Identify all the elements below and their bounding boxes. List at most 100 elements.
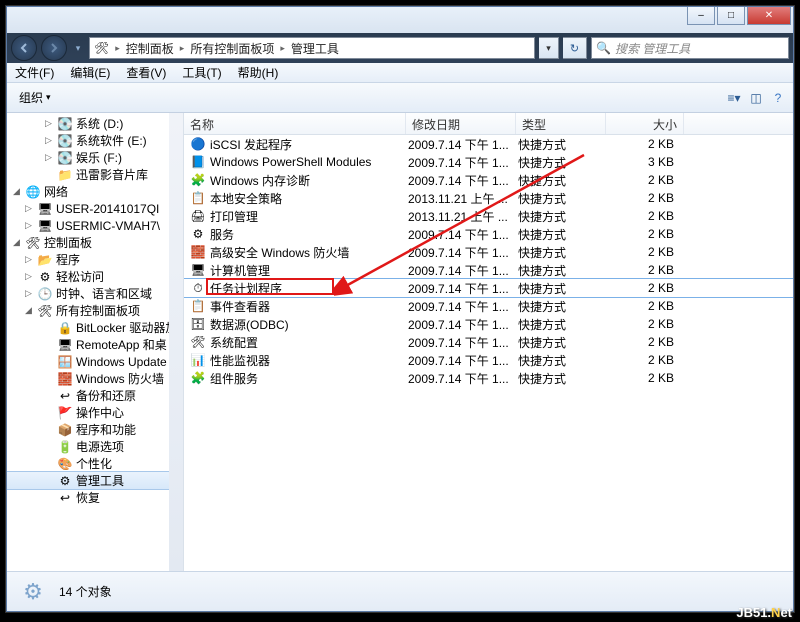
forward-button[interactable] xyxy=(41,35,67,61)
tree-item[interactable]: 📦程序和功能 xyxy=(7,421,183,438)
maximize-button[interactable]: □ xyxy=(717,7,745,25)
tree-icon: ⚙ xyxy=(37,269,53,285)
expand-icon[interactable]: ▷ xyxy=(25,271,37,282)
menu-bar: 文件(F) 编辑(E) 查看(V) 工具(T) 帮助(H) xyxy=(7,63,793,83)
tree-item[interactable]: ▷📂程序 xyxy=(7,251,183,268)
tree-item[interactable]: ▷💽系统 (D:) xyxy=(7,115,183,132)
tree-icon: 💽 xyxy=(57,150,73,166)
address-bar[interactable]: 🛠 ▸ 控制面板 ▸ 所有控制面板项 ▸ 管理工具 xyxy=(89,37,535,59)
refresh-button[interactable]: ↻ xyxy=(563,37,587,59)
tree-item[interactable]: ◢🛠所有控制面板项 xyxy=(7,302,183,319)
file-row[interactable]: ⏱任务计划程序2009.7.14 下午 1...快捷方式2 KB xyxy=(184,279,793,297)
file-row[interactable]: 🔵iSCSI 发起程序2009.7.14 下午 1...快捷方式2 KB xyxy=(184,135,793,153)
tree-icon: 💽 xyxy=(57,133,73,149)
tree-item[interactable]: ▷💽娱乐 (F:) xyxy=(7,149,183,166)
address-dropdown[interactable]: ▾ xyxy=(539,37,559,59)
expand-icon[interactable]: ▷ xyxy=(25,254,37,265)
chevron-right-icon[interactable]: ▸ xyxy=(113,43,122,54)
menu-edit[interactable]: 编辑(E) xyxy=(62,64,118,81)
expand-icon[interactable]: ▷ xyxy=(25,288,37,299)
organize-button[interactable]: 组织 ▾ xyxy=(13,87,57,108)
expand-icon[interactable]: ◢ xyxy=(13,237,25,248)
col-date[interactable]: 修改日期 xyxy=(406,113,516,134)
chevron-right-icon[interactable]: ▸ xyxy=(278,43,287,54)
file-type: 快捷方式 xyxy=(518,244,608,261)
nav-history-dropdown[interactable]: ▾ xyxy=(71,37,85,59)
file-type: 快捷方式 xyxy=(518,190,608,207)
tree-item[interactable]: 🔒BitLocker 驱动器加 xyxy=(7,319,183,336)
tree-label: 备份和还原 xyxy=(76,387,136,404)
tree-item[interactable]: ◢🌐网络 xyxy=(7,183,183,200)
expand-icon[interactable]: ▷ xyxy=(25,203,37,214)
file-icon: 🧩 xyxy=(190,370,206,386)
expand-icon[interactable]: ▷ xyxy=(25,220,37,231)
col-name[interactable]: 名称 xyxy=(184,113,406,134)
file-name: Windows 内存诊断 xyxy=(210,172,408,189)
tree-item[interactable]: ▷💽系统软件 (E:) xyxy=(7,132,183,149)
file-row[interactable]: 📋本地安全策略2013.11.21 上午 ...快捷方式2 KB xyxy=(184,189,793,207)
tree-item[interactable]: 🖥RemoteApp 和桌 xyxy=(7,336,183,353)
tree-item[interactable]: ▷🖥USER-20141017QI xyxy=(7,200,183,217)
explorer-window: – □ ✕ ▾ 🛠 ▸ 控制面板 ▸ 所有控制面板项 ▸ 管理工具 ▾ ↻ 🔍 … xyxy=(6,6,794,612)
tree-item[interactable]: ▷🖥USERMIC-VMAH7\ xyxy=(7,217,183,234)
tree-item[interactable]: 🧱Windows 防火墙 xyxy=(7,370,183,387)
file-row[interactable]: 📊性能监视器2009.7.14 下午 1...快捷方式2 KB xyxy=(184,351,793,369)
column-header[interactable]: 名称 修改日期 类型 大小 xyxy=(184,113,793,135)
file-row[interactable]: 🗄数据源(ODBC)2009.7.14 下午 1...快捷方式2 KB xyxy=(184,315,793,333)
breadcrumb[interactable]: 所有控制面板项 xyxy=(186,38,278,58)
tree-item[interactable]: 🎨个性化 xyxy=(7,455,183,472)
tree-item[interactable]: 🪟Windows Update xyxy=(7,353,183,370)
tree-item[interactable]: 📁迅雷影音片库 xyxy=(7,166,183,183)
menu-tools[interactable]: 工具(T) xyxy=(174,64,229,81)
expand-icon[interactable]: ◢ xyxy=(25,305,37,316)
file-row[interactable]: 🖨打印管理2013.11.21 上午 ...快捷方式2 KB xyxy=(184,207,793,225)
help-button[interactable]: ? xyxy=(769,90,787,106)
expand-icon[interactable]: ▷ xyxy=(45,135,57,146)
tree-item[interactable]: ↩备份和还原 xyxy=(7,387,183,404)
file-row[interactable]: 📋事件查看器2009.7.14 下午 1...快捷方式2 KB xyxy=(184,297,793,315)
back-button[interactable] xyxy=(11,35,37,61)
gear-icon: ⚙ xyxy=(17,576,49,608)
file-date: 2013.11.21 上午 ... xyxy=(408,190,518,207)
tree-item[interactable]: 🚩操作中心 xyxy=(7,404,183,421)
file-row[interactable]: 🧩Windows 内存诊断2009.7.14 下午 1...快捷方式2 KB xyxy=(184,171,793,189)
file-list[interactable]: 🔵iSCSI 发起程序2009.7.14 下午 1...快捷方式2 KB📘Win… xyxy=(184,135,793,571)
file-icon: 🧩 xyxy=(190,172,206,188)
file-date: 2013.11.21 上午 ... xyxy=(408,208,518,225)
minimize-button[interactable]: – xyxy=(687,7,715,25)
menu-help[interactable]: 帮助(H) xyxy=(230,64,287,81)
breadcrumb[interactable]: 管理工具 xyxy=(287,38,343,58)
file-row[interactable]: 🧱高级安全 Windows 防火墙2009.7.14 下午 1...快捷方式2 … xyxy=(184,243,793,261)
file-row[interactable]: 🛠系统配置2009.7.14 下午 1...快捷方式2 KB xyxy=(184,333,793,351)
chevron-right-icon[interactable]: ▸ xyxy=(178,43,187,54)
expand-icon[interactable]: ◢ xyxy=(13,186,25,197)
navigation-pane[interactable]: ▷💽系统 (D:)▷💽系统软件 (E:)▷💽娱乐 (F:)📁迅雷影音片库◢🌐网络… xyxy=(7,113,184,571)
file-date: 2009.7.14 下午 1... xyxy=(408,244,518,261)
col-type[interactable]: 类型 xyxy=(516,113,606,134)
file-row[interactable]: 🧩组件服务2009.7.14 下午 1...快捷方式2 KB xyxy=(184,369,793,387)
preview-pane-button[interactable]: ◫ xyxy=(747,90,765,106)
file-date: 2009.7.14 下午 1... xyxy=(408,370,518,387)
tree-icon: 🔋 xyxy=(57,439,73,455)
file-row[interactable]: 🖥计算机管理2009.7.14 下午 1...快捷方式2 KB xyxy=(184,261,793,279)
file-row[interactable]: ⚙服务2009.7.14 下午 1...快捷方式2 KB xyxy=(184,225,793,243)
file-size: 2 KB xyxy=(608,173,680,187)
breadcrumb-icon: 🛠 xyxy=(90,38,113,58)
expand-icon[interactable]: ▷ xyxy=(45,152,57,163)
tree-item[interactable]: ▷⚙轻松访问 xyxy=(7,268,183,285)
chevron-down-icon: ▾ xyxy=(46,92,51,103)
menu-file[interactable]: 文件(F) xyxy=(7,64,62,81)
file-row[interactable]: 📘Windows PowerShell Modules2009.7.14 下午 … xyxy=(184,153,793,171)
tree-item[interactable]: ◢🛠控制面板 xyxy=(7,234,183,251)
breadcrumb[interactable]: 控制面板 xyxy=(122,38,178,58)
tree-item[interactable]: ⚙管理工具 xyxy=(7,472,183,489)
menu-view[interactable]: 查看(V) xyxy=(118,64,174,81)
expand-icon[interactable]: ▷ xyxy=(45,118,57,129)
tree-item[interactable]: ▷🕒时钟、语言和区域 xyxy=(7,285,183,302)
tree-item[interactable]: ↩恢复 xyxy=(7,489,183,506)
view-options-button[interactable]: ≡▾ xyxy=(725,90,743,106)
col-size[interactable]: 大小 xyxy=(606,113,684,134)
search-input[interactable]: 🔍 搜索 管理工具 xyxy=(591,37,789,59)
close-button[interactable]: ✕ xyxy=(747,7,791,25)
tree-item[interactable]: 🔋电源选项 xyxy=(7,438,183,455)
